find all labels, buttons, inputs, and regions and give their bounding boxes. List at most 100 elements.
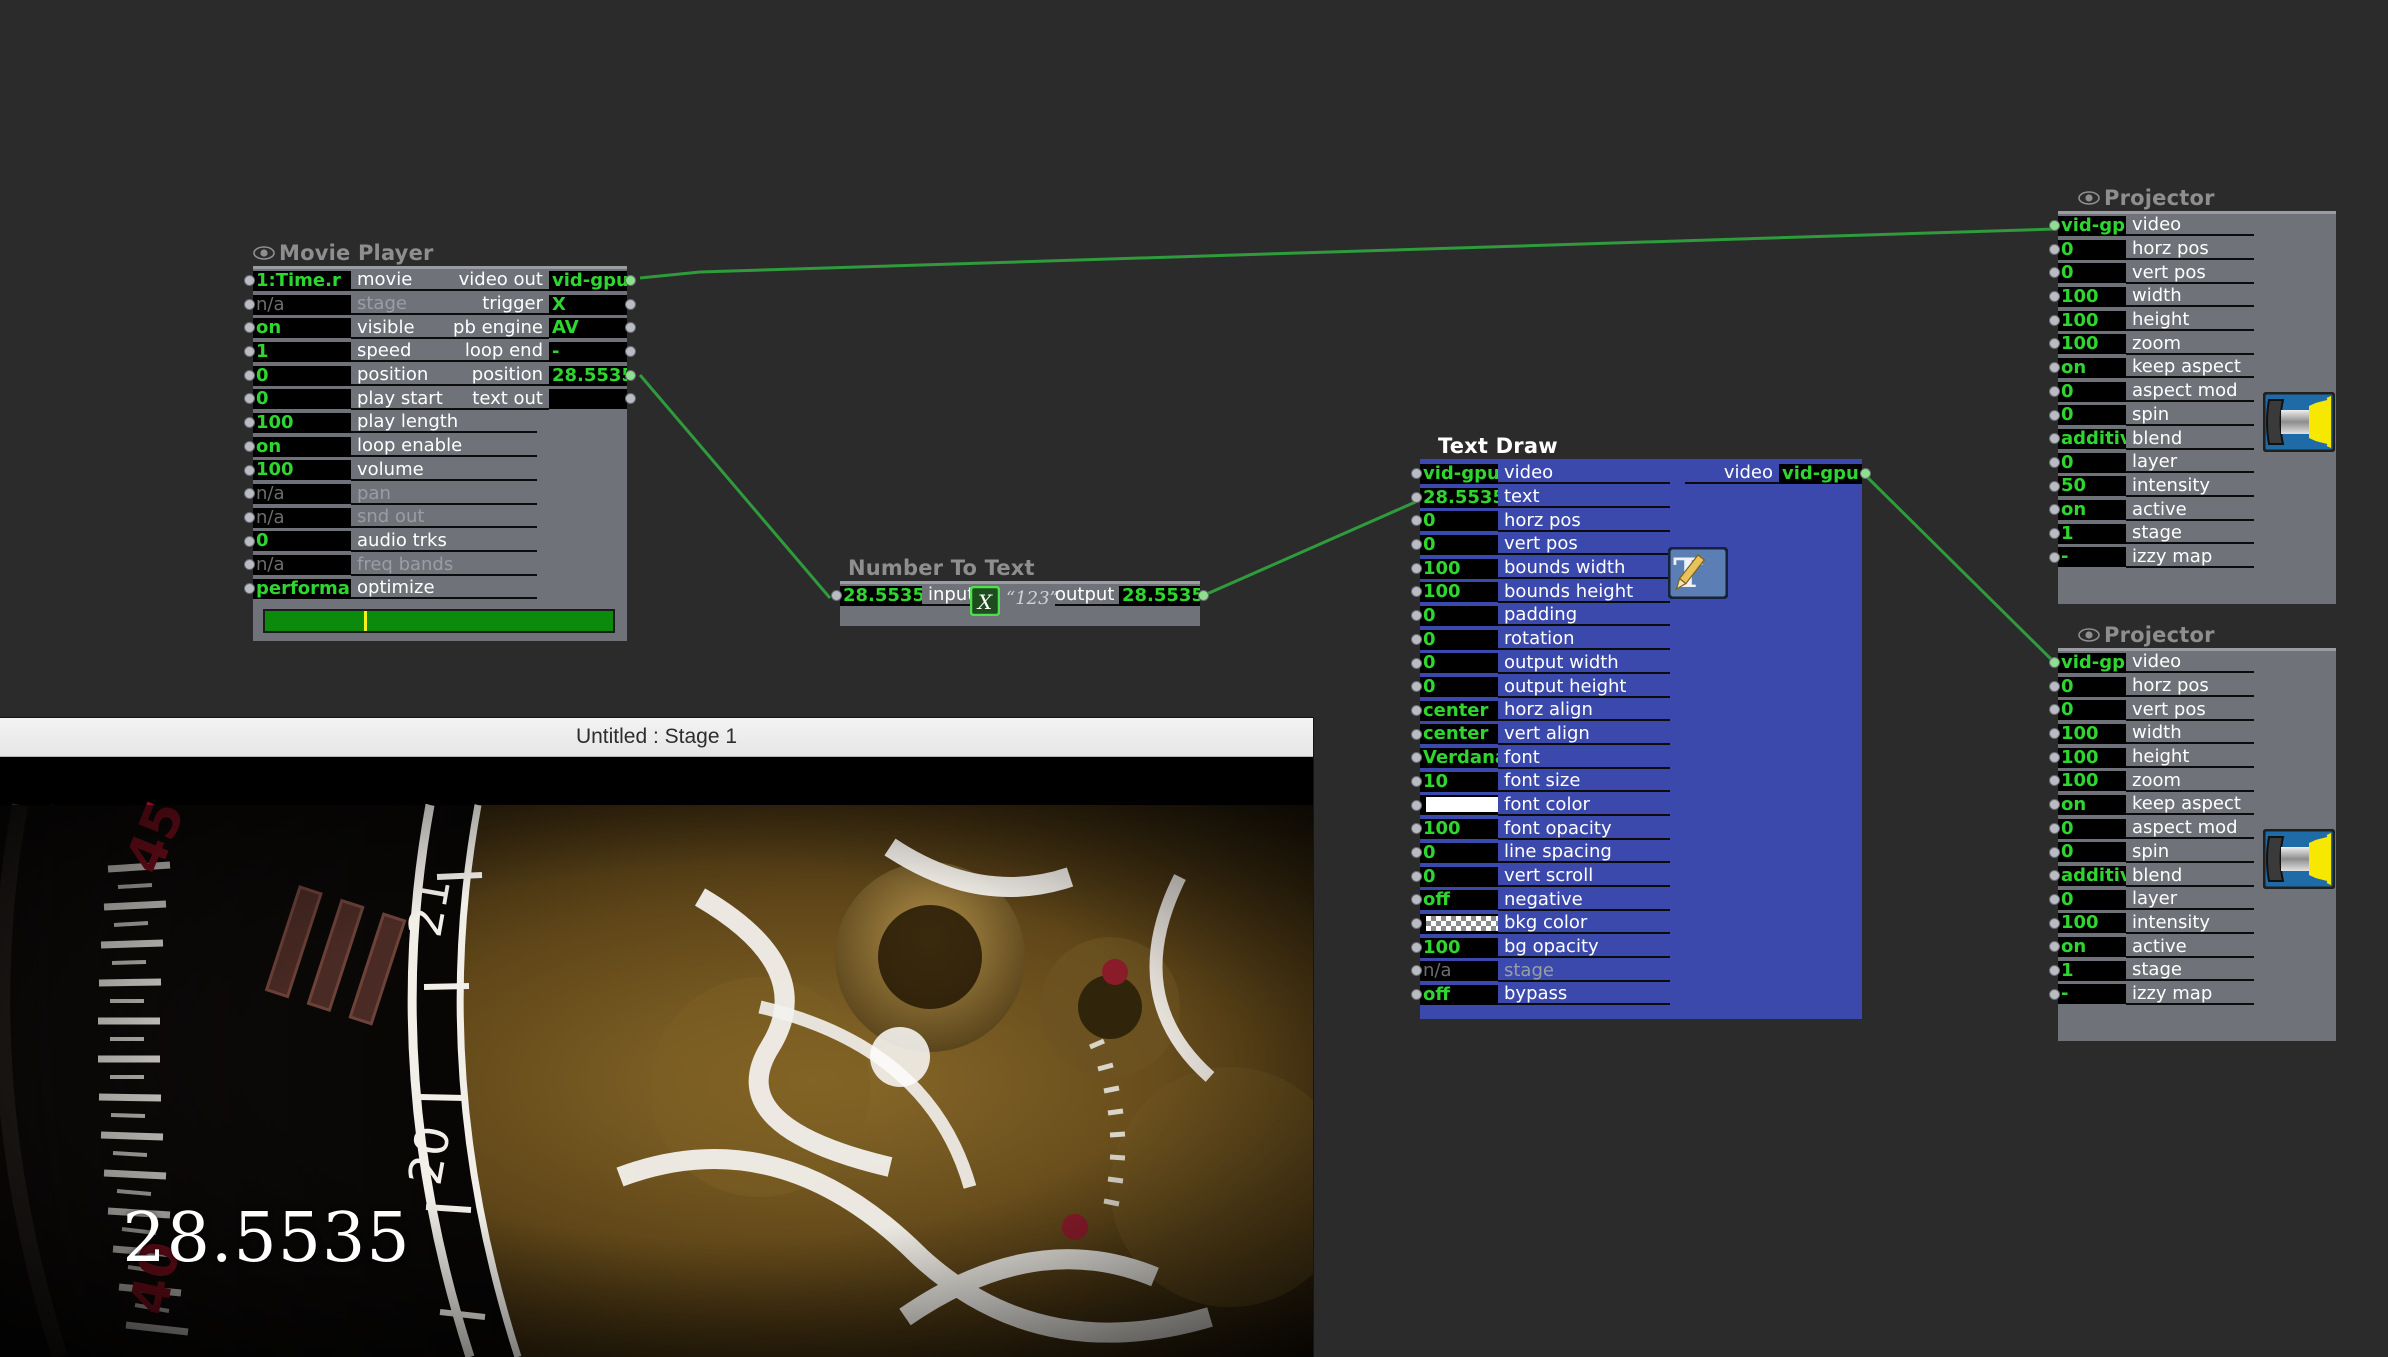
input-value[interactable]: 0: [1420, 866, 1498, 887]
input-row[interactable]: 0 rotation: [1411, 628, 1670, 652]
input-port[interactable]: [1411, 491, 1422, 503]
input-value[interactable]: on: [253, 436, 351, 457]
input-port[interactable]: [2049, 988, 2060, 1000]
input-value[interactable]: 0: [2058, 239, 2126, 260]
input-port[interactable]: [1411, 728, 1422, 740]
input-row[interactable]: 0 vert pos: [1411, 533, 1670, 557]
input-port[interactable]: [1411, 657, 1422, 669]
input-value[interactable]: 100: [253, 412, 351, 433]
input-row[interactable]: 1 stage: [2049, 522, 2254, 546]
input-port[interactable]: [2049, 456, 2060, 468]
input-port[interactable]: [1411, 775, 1422, 787]
input-row[interactable]: 100 intensity: [2049, 912, 2254, 936]
input-port[interactable]: [2049, 917, 2060, 929]
input-value[interactable]: 100: [2058, 747, 2126, 768]
input-row[interactable]: bkg color: [1411, 912, 1670, 936]
input-port[interactable]: [2049, 964, 2060, 976]
node-body-movie-player[interactable]: 1:Time.r movie n/a stage on visible 1 speed 0 pos…: [244, 269, 636, 641]
output-row[interactable]: trigger X: [439, 293, 636, 317]
font-color-swatch[interactable]: [1425, 796, 1498, 814]
node-body-text-draw[interactable]: vid-gpu video 28.5535 text 0 horz pos 0 vert po…: [1411, 462, 1871, 1019]
input-row[interactable]: n/a freq bands: [244, 553, 627, 577]
input-port[interactable]: [1411, 918, 1422, 930]
input-value[interactable]: 0: [1420, 534, 1498, 555]
input-row[interactable]: 0 horz pos: [2049, 675, 2254, 699]
output-port[interactable]: [625, 298, 636, 310]
input-port[interactable]: [2049, 893, 2060, 905]
input-row[interactable]: 100 height: [2049, 309, 2254, 333]
input-value[interactable]: -: [2058, 984, 2126, 1005]
input-row[interactable]: 10 font size: [1411, 770, 1670, 794]
input-port[interactable]: [2049, 409, 2060, 421]
input-value[interactable]: 0: [1420, 511, 1498, 532]
input-value[interactable]: 28.5535: [1420, 487, 1498, 508]
input-row[interactable]: n/a snd out: [244, 506, 627, 530]
input-row[interactable]: 0 layer: [2049, 451, 2254, 475]
input-value[interactable]: 100: [1420, 582, 1498, 603]
input-port[interactable]: [1411, 870, 1422, 882]
output-row[interactable]: output 28.5535: [1055, 584, 1209, 608]
input-row[interactable]: 0 horz pos: [2049, 238, 2254, 262]
input-value[interactable]: -: [2058, 547, 2126, 568]
input-value[interactable]: 100: [253, 460, 351, 481]
input-row[interactable]: 100 width: [2049, 722, 2254, 746]
input-row[interactable]: 100 bg opacity: [1411, 936, 1670, 960]
input-port[interactable]: [2049, 822, 2060, 834]
input-row[interactable]: additiveblend: [2049, 864, 2254, 888]
input-value[interactable]: 100: [2058, 723, 2126, 744]
input-port[interactable]: [2049, 314, 2060, 326]
bkg-color-swatch[interactable]: [1425, 914, 1498, 932]
node-body-number-to-text[interactable]: 28.5535 input X “123” output 28.5535: [831, 584, 1209, 626]
input-value[interactable]: n/a: [253, 294, 351, 315]
input-row[interactable]: 0 vert pos: [2049, 261, 2254, 285]
input-value[interactable]: 0: [1420, 653, 1498, 674]
input-value[interactable]: additive: [2058, 429, 2126, 450]
input-row[interactable]: 50 intensity: [2049, 475, 2254, 499]
input-value[interactable]: 1: [2058, 960, 2126, 981]
node-projector-2[interactable]: Projector vid-gpuvideo0horz pos0vert pos…: [2049, 622, 2336, 1041]
output-value[interactable]: [549, 389, 627, 410]
input-row[interactable]: 0 vert scroll: [1411, 865, 1670, 889]
input-port[interactable]: [2049, 751, 2060, 763]
output-port[interactable]: [1860, 468, 1871, 479]
input-value[interactable]: 100: [1420, 558, 1498, 579]
input-port[interactable]: [1411, 633, 1422, 645]
input-port[interactable]: [1411, 468, 1422, 479]
input-port[interactable]: [244, 535, 255, 547]
input-value[interactable]: performa: [253, 578, 351, 599]
input-port[interactable]: [1411, 941, 1422, 953]
input-value[interactable]: on: [2058, 357, 2126, 378]
input-port[interactable]: [244, 369, 255, 381]
input-value[interactable]: center: [1420, 724, 1498, 745]
output-value[interactable]: vid-gpu: [549, 270, 627, 291]
input-value[interactable]: 0: [1420, 842, 1498, 863]
input-row[interactable]: vid-gpuvideo: [1411, 462, 1670, 486]
input-port[interactable]: [244, 346, 255, 358]
input-row[interactable]: 0 output width: [1411, 652, 1670, 676]
patch-editor-canvas[interactable]: Movie Player 1:Time.r movie n/a stage on visi…: [0, 0, 2388, 1357]
output-port[interactable]: [1198, 590, 1209, 601]
input-port[interactable]: [244, 511, 255, 523]
input-value[interactable]: n/a: [253, 484, 351, 505]
input-row[interactable]: on loop enable: [244, 435, 627, 459]
input-value[interactable]: 0: [2058, 263, 2126, 284]
input-port[interactable]: [1411, 562, 1422, 574]
output-value[interactable]: vid-gpu: [1779, 463, 1862, 484]
node-text-draw[interactable]: Text Draw vid-gpu video 28.5535 text 0 horz p…: [1411, 433, 1871, 1019]
input-port[interactable]: [244, 275, 255, 286]
input-value[interactable]: 100: [2058, 771, 2126, 792]
input-value[interactable]: 0: [2058, 452, 2126, 473]
input-value[interactable]: n/a: [1420, 961, 1498, 982]
input-row[interactable]: 0 layer: [2049, 888, 2254, 912]
input-value[interactable]: 28.5535: [840, 585, 922, 606]
input-value[interactable]: off: [1420, 984, 1498, 1005]
input-port[interactable]: [2049, 551, 2060, 563]
input-value[interactable]: 100: [2058, 286, 2126, 307]
input-row[interactable]: 0 line spacing: [1411, 841, 1670, 865]
input-row[interactable]: 28.5535 text: [1411, 486, 1670, 510]
input-row[interactable]: center vert align: [1411, 723, 1670, 747]
input-value[interactable]: 0: [2058, 676, 2126, 697]
node-projector-1[interactable]: Projector vid-gpuvideo0horz pos0vert pos…: [2049, 185, 2336, 604]
input-row[interactable]: on keep aspect: [2049, 793, 2254, 817]
input-row[interactable]: 28.5535 input: [831, 584, 990, 608]
